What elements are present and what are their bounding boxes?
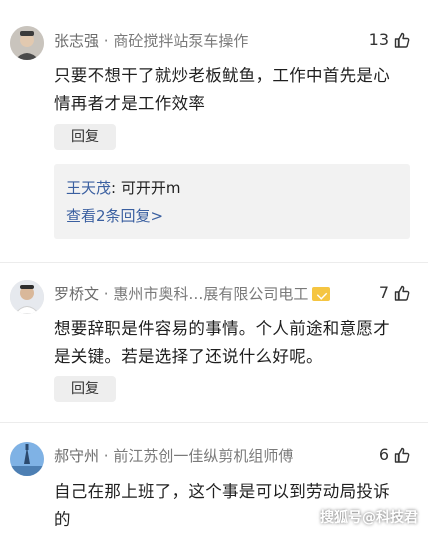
meta-separator: ·: [99, 285, 114, 303]
author-name[interactable]: 罗桥文: [54, 285, 99, 303]
like-button[interactable]: 7: [379, 283, 410, 302]
avatar[interactable]: [10, 26, 44, 60]
reply-button[interactable]: 回复: [54, 376, 116, 402]
comment-text: 只要不想干了就炒老板鱿鱼，工作中首先是心情再者才是工作效率: [54, 66, 390, 113]
comment-meta: 张志强 · 商砼搅拌站泵车操作: [54, 30, 248, 51]
avatar[interactable]: [10, 442, 44, 476]
thumbs-up-icon: [394, 32, 410, 48]
meta-separator: ·: [99, 32, 114, 50]
author-name[interactable]: 郝守州: [54, 447, 99, 465]
thumbs-up-icon: [394, 285, 410, 301]
like-count: 13: [368, 30, 389, 49]
nested-reply-text: : 可开开m: [111, 179, 181, 197]
reply-button[interactable]: 回复: [54, 124, 116, 150]
nested-replies: 王天茂: 可开开m 查看2条回复>: [54, 164, 410, 239]
watermark: 搜狐号@科技君: [320, 510, 418, 526]
nested-reply[interactable]: 王天茂: 可开开m: [66, 177, 180, 198]
like-button[interactable]: 13: [369, 30, 410, 49]
meta-separator: ·: [99, 447, 114, 465]
like-count: 7: [378, 283, 389, 302]
author-name[interactable]: 张志强: [54, 32, 99, 50]
comment-meta: 郝守州 · 前江苏创一佳纵剪机组师傅: [54, 445, 293, 466]
verified-badge-icon: [312, 287, 331, 301]
comment-text: 想要辞职是件容易的事情。个人前途和意愿才是关键。若是选择了还说什么好呢。: [54, 319, 390, 366]
like-count: 6: [378, 445, 389, 464]
author-title: 商砼搅拌站泵车操作: [113, 32, 249, 50]
view-more-replies-link[interactable]: 查看2条回复>: [66, 205, 163, 226]
comment-meta: 罗桥文 · 惠州市奥科…展有限公司电工: [54, 283, 331, 304]
avatar[interactable]: [10, 280, 44, 314]
author-title: 前江苏创一佳纵剪机组师傅: [113, 447, 294, 465]
divider: [0, 262, 428, 263]
nested-reply-author[interactable]: 王天茂: [66, 179, 111, 197]
thumbs-up-icon: [394, 447, 410, 463]
divider: [0, 422, 428, 423]
author-title: 惠州市奥科…展有限公司电工: [113, 285, 309, 303]
like-button[interactable]: 6: [379, 445, 410, 464]
